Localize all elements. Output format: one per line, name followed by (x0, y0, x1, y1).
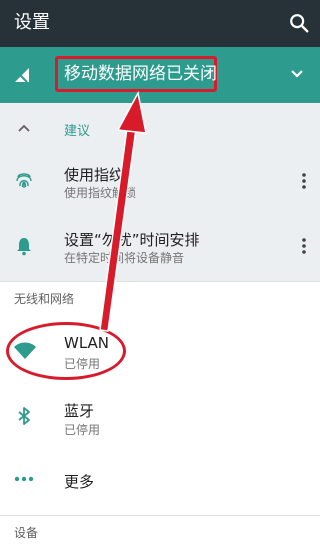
chevron-down-icon[interactable] (290, 67, 304, 81)
mobile-signal-off-icon (14, 68, 29, 83)
setting-more[interactable]: 更多 (0, 465, 320, 505)
suggestion-title: 使用指纹 (64, 166, 125, 184)
bell-icon (17, 238, 31, 256)
suggestion-subtitle: 使用指纹解锁 (64, 186, 137, 200)
fingerprint-icon (16, 173, 32, 188)
suggestion-title: 设置“勿扰”时间安排 (64, 231, 200, 249)
suggestions-label: 建议 (64, 124, 91, 139)
condition-banner[interactable]: 移动数据网络已关闭 (0, 47, 320, 103)
settings-screen: 设置 移动数据网络已关闭 建议 使用指纹 使用指纹解锁 设置“勿扰”时间安排 在… (0, 0, 320, 546)
more-vert-icon[interactable] (302, 237, 306, 255)
suggestions-header[interactable]: 建议 (0, 103, 320, 153)
search-icon[interactable] (288, 12, 310, 34)
bluetooth-icon (18, 407, 30, 425)
bluetooth-title: 蓝牙 (64, 402, 95, 420)
section-label-wireless: 无线和网络 (14, 292, 75, 306)
highlight-ellipse (6, 322, 126, 380)
more-horiz-icon (14, 476, 34, 482)
banner-text: 移动数据网络已关闭 (55, 56, 217, 92)
suggestion-subtitle: 在特定时间将设备静音 (64, 251, 185, 265)
more-title: 更多 (64, 473, 95, 491)
divider (0, 281, 320, 282)
chevron-up-icon[interactable] (18, 123, 30, 133)
bluetooth-status: 已停用 (64, 423, 101, 437)
app-bar: 设置 (0, 0, 320, 47)
suggestion-fingerprint[interactable]: 使用指纹 使用指纹解锁 (0, 160, 320, 216)
page-title: 设置 (14, 12, 50, 33)
suggestion-dnd[interactable]: 设置“勿扰”时间安排 在特定时间将设备静音 (0, 227, 320, 283)
setting-bluetooth[interactable]: 蓝牙 已停用 (0, 396, 320, 444)
more-vert-icon[interactable] (302, 172, 306, 190)
section-label-device: 设备 (14, 526, 39, 540)
divider (0, 515, 320, 516)
